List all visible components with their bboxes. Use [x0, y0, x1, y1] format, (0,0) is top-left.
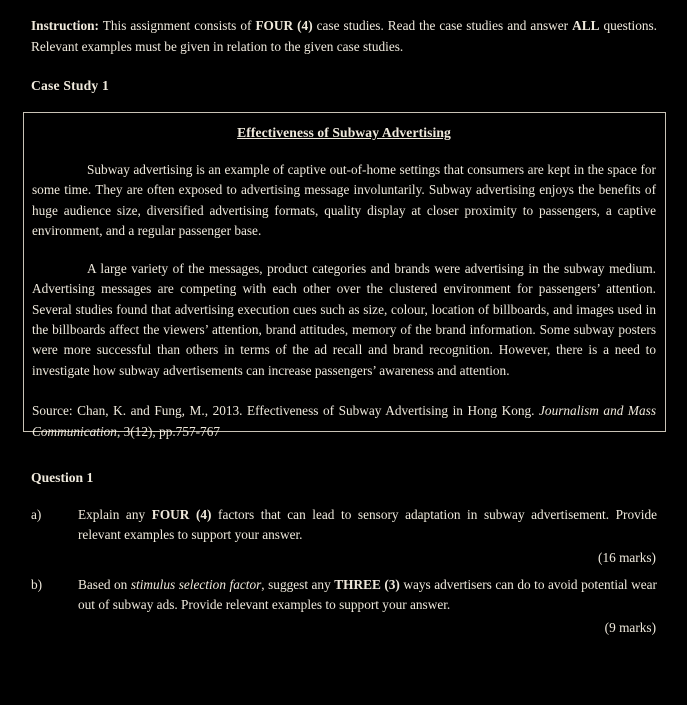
case-study-paragraph-1: Subway advertising is an example of capt… [32, 161, 656, 239]
source-suffix: , 3(12), pp.757-767 [116, 423, 220, 439]
question-heading: Question 1 [31, 470, 94, 485]
part-b-text-1: Based on [78, 577, 131, 592]
instruction-text-1: This assignment consists of [98, 18, 256, 34]
part-b-text-2: , suggest any [261, 577, 335, 592]
part-b-italic-stimulus: stimulus selection factor [130, 577, 262, 592]
case-study-paragraph-2: A large variety of the messages, product… [32, 260, 656, 378]
instruction-bold-all: ALL [572, 18, 600, 34]
question-part-b-row: b) Based on stimulus selection factor, s… [31, 575, 657, 615]
instruction-text-2: case studies. Read the case studies and … [312, 18, 573, 34]
question-part-b: b) Based on stimulus selection factor, s… [31, 575, 657, 637]
case-study-box: Effectiveness of Subway Advertising Subw… [23, 112, 666, 439]
case-study-title: Effectiveness of Subway Advertising [237, 125, 451, 140]
question-part-b-label: b) [31, 577, 43, 592]
exam-page: Instruction: This assignment consists of… [0, 0, 687, 705]
source-prefix: Source: Chan, K. and Fung, M., 2013. Eff… [32, 403, 540, 419]
question-part-b-text: Based on stimulus selection factor, sugg… [78, 575, 657, 615]
part-a-bold-four: FOUR (4) [151, 507, 212, 522]
instruction-label: Instruction: [31, 18, 99, 34]
question-part-a: a) Explain any FOUR (4) factors that can… [31, 505, 657, 567]
case-study-heading: Case Study 1 [31, 78, 109, 93]
question-part-a-marks: (16 marks) [598, 549, 656, 565]
part-a-text-1: Explain any [78, 507, 152, 522]
question-part-b-marks: (9 marks) [604, 619, 656, 635]
case-study-source: Source: Chan, K. and Fung, M., 2013. Eff… [32, 401, 656, 442]
question-part-a-row: a) Explain any FOUR (4) factors that can… [31, 505, 657, 545]
part-b-bold-three: THREE (3) [334, 577, 400, 592]
instruction-paragraph: Instruction: This assignment consists of… [31, 16, 657, 56]
instruction-bold-four: FOUR (4) [255, 18, 313, 34]
question-part-a-label: a) [31, 507, 42, 522]
question-part-a-text: Explain any FOUR (4) factors that can le… [78, 505, 657, 545]
